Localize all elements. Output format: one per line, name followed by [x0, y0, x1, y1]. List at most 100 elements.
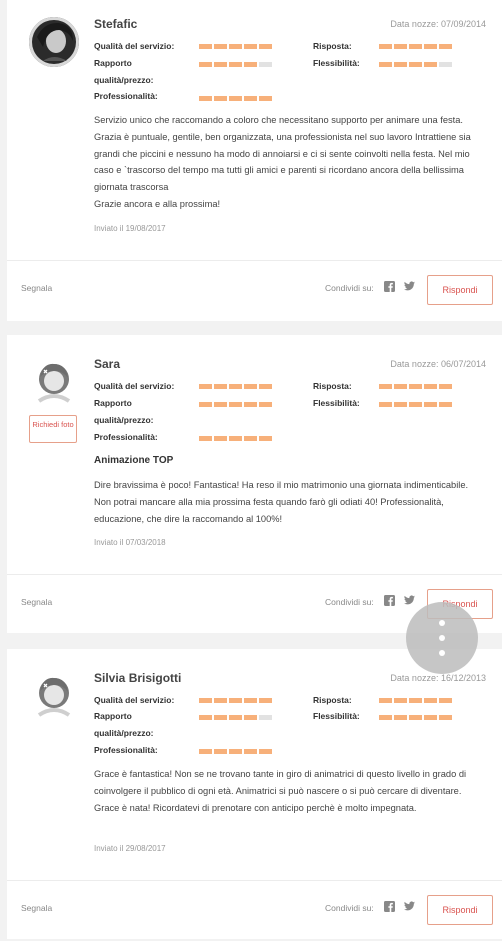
rating-segment: [409, 715, 422, 720]
facebook-icon[interactable]: [384, 281, 395, 295]
quality-label: Qualità del servizio:: [94, 41, 175, 51]
rating-segment: [244, 402, 257, 407]
rating-segment: [244, 62, 257, 67]
twitter-icon[interactable]: [404, 595, 415, 608]
response-label: Risposta:: [313, 41, 352, 51]
report-link[interactable]: Segnala: [21, 283, 52, 293]
rating-segment: [259, 96, 272, 101]
facebook-icon[interactable]: [384, 595, 395, 609]
response-rating: [379, 698, 452, 703]
rating-segment: [379, 384, 392, 389]
twitter-icon[interactable]: [404, 901, 415, 914]
professionalism-rating: [199, 96, 272, 101]
rating-segment: [379, 698, 392, 703]
wedding-date: Data nozze: 07/09/2014: [390, 19, 486, 29]
avatar[interactable]: [29, 357, 79, 407]
review-card: Silvia Brisigotti Data nozze: 16/12/2013…: [7, 649, 502, 939]
response-rating: [379, 44, 452, 49]
rating-segment: [439, 402, 452, 407]
rating-segment: [259, 715, 272, 720]
response-label: Risposta:: [313, 695, 352, 705]
rating-segment: [259, 62, 272, 67]
rating-segment: [229, 44, 242, 49]
wedding-date: Data nozze: 06/07/2014: [390, 359, 486, 369]
twitter-icon[interactable]: [404, 281, 415, 294]
rating-segment: [199, 698, 212, 703]
review-card: Stefafic Data nozze: 07/09/2014 Qualità …: [7, 0, 502, 321]
ratio-label: Rapporto: [94, 711, 132, 721]
rating-segment: [394, 715, 407, 720]
rating-segment: [394, 62, 407, 67]
rating-segment: [214, 402, 227, 407]
ratio-rating: [199, 715, 272, 720]
rating-segment: [259, 402, 272, 407]
rating-segment: [229, 749, 242, 754]
reviewer-name[interactable]: Sara: [94, 357, 120, 371]
flexibility-rating: [379, 62, 452, 67]
rating-segment: [199, 436, 212, 441]
rating-segment: [379, 715, 392, 720]
sent-date: Inviato il 07/03/2018: [94, 538, 166, 547]
avatar[interactable]: [29, 17, 79, 67]
rating-segment: [214, 749, 227, 754]
response-label: Risposta:: [313, 381, 352, 391]
rating-segment: [259, 44, 272, 49]
rating-segment: [259, 384, 272, 389]
ratio-label-2: qualità/prezzo:: [94, 415, 154, 425]
rating-segment: [259, 698, 272, 703]
ratio-label-2: qualità/prezzo:: [94, 728, 154, 738]
rating-segment: [379, 62, 392, 67]
report-link[interactable]: Segnala: [21, 903, 52, 913]
divider: [7, 574, 502, 575]
rating-segment: [394, 402, 407, 407]
quality-rating: [199, 44, 272, 49]
rating-segment: [229, 62, 242, 67]
professionalism-label: Professionalità:: [94, 91, 158, 101]
rating-segment: [214, 96, 227, 101]
ratio-label: Rapporto: [94, 398, 132, 408]
quality-rating: [199, 698, 272, 703]
rating-segment: [244, 96, 257, 101]
rating-segment: [244, 749, 257, 754]
rating-segment: [199, 384, 212, 389]
professionalism-label: Professionalità:: [94, 432, 158, 442]
reviewer-name[interactable]: Silvia Brisigotti: [94, 671, 181, 685]
quality-rating: [199, 384, 272, 389]
reply-button[interactable]: Rispondi: [427, 895, 493, 925]
request-photo-button[interactable]: Richiedi foto: [29, 415, 77, 443]
flexibility-label: Flessibilità:: [313, 58, 360, 68]
rating-segment: [214, 698, 227, 703]
more-options-button[interactable]: [406, 602, 478, 674]
rating-segment: [214, 384, 227, 389]
reply-button[interactable]: Rispondi: [427, 275, 493, 305]
flexibility-rating: [379, 402, 452, 407]
professionalism-label: Professionalità:: [94, 745, 158, 755]
rating-segment: [409, 384, 422, 389]
rating-segment: [424, 402, 437, 407]
rating-segment: [214, 436, 227, 441]
review-text: Grace è fantastica! Non se ne trovano ta…: [94, 769, 467, 813]
rating-segment: [244, 384, 257, 389]
rating-segment: [394, 384, 407, 389]
flexibility-rating: [379, 715, 452, 720]
rating-segment: [214, 62, 227, 67]
rating-segment: [229, 96, 242, 101]
ratio-label-2: qualità/prezzo:: [94, 75, 154, 85]
rating-segment: [439, 698, 452, 703]
share-label: Condividi su:: [325, 903, 374, 913]
professionalism-rating: [199, 436, 272, 441]
rating-segment: [259, 749, 272, 754]
report-link[interactable]: Segnala: [21, 597, 52, 607]
rating-segment: [244, 715, 257, 720]
sent-date: Inviato il 29/08/2017: [94, 844, 166, 853]
avatar[interactable]: [29, 671, 79, 721]
rating-segment: [439, 715, 452, 720]
professionalism-rating: [199, 749, 272, 754]
reviewer-name[interactable]: Stefafic: [94, 17, 137, 31]
quality-label: Qualità del servizio:: [94, 381, 175, 391]
facebook-icon[interactable]: [384, 901, 395, 915]
rating-segment: [229, 402, 242, 407]
rating-segment: [244, 436, 257, 441]
avatar-photo-icon: [29, 17, 79, 67]
ratio-label: Rapporto: [94, 58, 132, 68]
